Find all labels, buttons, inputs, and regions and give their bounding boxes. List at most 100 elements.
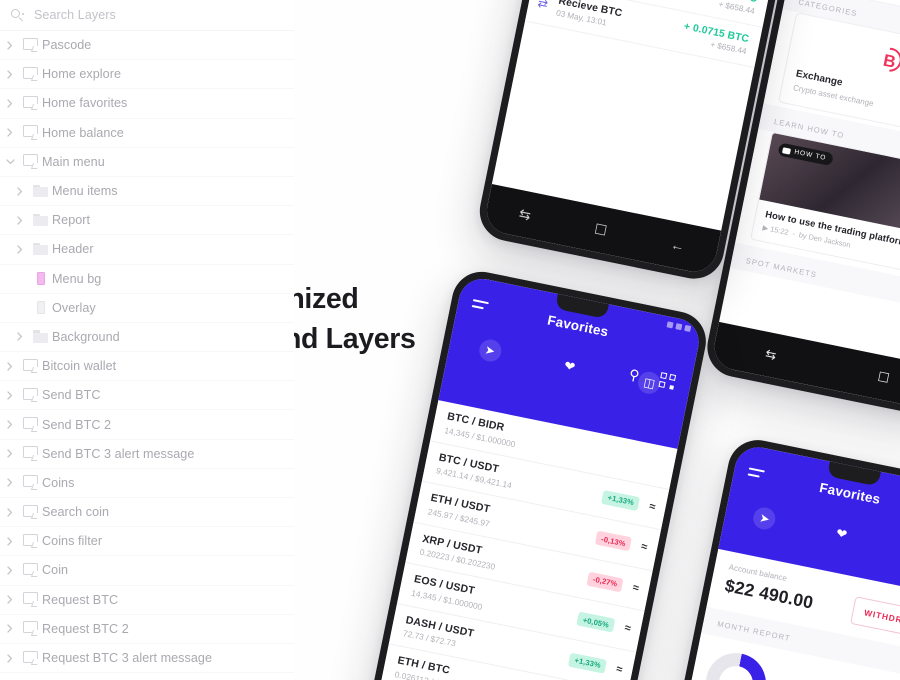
layer-row-home-balance[interactable]: Home balance [0,118,294,148]
layer-row-request-btc-3-alert-message[interactable]: Request BTC 3 alert message [0,643,294,674]
layer-name: Search coin [42,505,110,520]
folder-icon [33,330,49,343]
home-icon[interactable]: ☐ [876,369,890,387]
artboard-icon [22,95,40,111]
layer-name: Send BTC 3 alert message [42,446,195,461]
home-icon[interactable]: ☐ [593,220,609,239]
folder-icon [33,213,49,227]
change-badge: -0,13% [595,530,632,552]
layer-row-main-menu[interactable]: Main menu [0,147,294,177]
artboard-icon [22,66,40,82]
layer-name: Menu items [52,184,118,199]
layer-name: Coins [42,475,75,490]
back-icon[interactable]: ← [669,236,686,254]
artboard-icon [22,562,40,578]
favorites-pair-list[interactable]: BTC / BIDR 14,345 / $1.000000 BTC / USDT 9,… [372,400,678,680]
chevron-down-icon[interactable] [0,159,20,165]
layer-row-send-btc-3-alert-message[interactable]: Send BTC 3 alert message [0,439,294,469]
chevron-right-icon[interactable] [0,566,20,575]
layer-row-header[interactable]: Header [0,235,294,265]
layer-row-bitcoin-wallet[interactable]: Bitcoin wallet [0,352,294,382]
layer-row-send-btc-2[interactable]: Send BTC 2 [0,410,294,440]
chevron-right-icon[interactable] [10,216,30,225]
layer-name: Header [52,242,94,257]
sparkline-icon: ≈ [648,500,656,514]
tab-compass[interactable]: ➤ [477,337,503,364]
layer-name: Request BTC [42,592,119,607]
layer-row-coins[interactable]: Coins [0,468,294,498]
change-badge: +0,05% [576,611,616,633]
layer-row-report[interactable]: Report [0,206,294,236]
artboard-icon [22,621,40,636]
folder-icon [33,242,49,256]
layer-name: Report [52,213,91,228]
search-layers-row[interactable] [0,0,294,31]
recent-apps-icon[interactable]: ⇆ [518,205,533,224]
layer-name: Background [52,329,120,344]
layer-name: Coins filter [42,534,103,549]
transaction-list[interactable]: ⇄Send BTC11 July, 17:05- 0.043010 BTC- $… [524,0,804,68]
layer-row-home-explore[interactable]: Home explore [0,60,294,90]
layer-row-request-btc-2[interactable]: Request BTC 2 [0,614,294,644]
recent-apps-icon[interactable]: ⇆ [764,346,778,364]
chevron-right-icon[interactable] [0,449,20,458]
tab-wallet[interactable]: ◫ [636,369,663,396]
chevron-right-icon[interactable] [10,186,30,196]
chevron-right-icon[interactable] [0,653,20,663]
chevron-right-icon[interactable] [0,537,20,546]
chevron-right-icon[interactable] [0,478,20,488]
tab-compass[interactable]: ➤ [751,505,778,532]
layer-row-menu-items[interactable]: Menu items [0,176,294,207]
layer-name: Coin [42,563,69,578]
change-badge: +1,33% [568,652,607,674]
layer-row-btc-address[interactable]: BTC Address [0,673,294,680]
search-input[interactable] [34,8,234,22]
tab-favorites[interactable]: ❤ [557,354,583,380]
layer-row-request-btc[interactable]: Request BTC [0,585,294,615]
artboard-icon [22,650,40,666]
layer-row-overlay[interactable]: Overlay [0,293,294,323]
chevron-right-icon[interactable] [0,624,20,633]
layer-tree[interactable]: Pascode Home explore Home favorites Home ba… [0,31,294,680]
layer-row-coins-filter[interactable]: Coins filter [0,527,294,557]
artboard-icon [22,592,40,607]
app-canvas: ⇄Send BTC11 July, 17:05- 0.043010 BTC- $… [0,0,900,680]
withdraw-button[interactable]: WITHDRAW [849,596,900,640]
layer-row-background[interactable]: Background [0,322,294,353]
layer-name: Overlay [52,300,96,315]
layer-row-home-favorites[interactable]: Home favorites [0,89,294,119]
layer-name: Home favorites [42,96,128,111]
layer-row-pascode[interactable]: Pascode [0,31,294,61]
artboard-icon [22,504,40,520]
video-badge-icon [782,146,792,155]
sparkline-icon: ≈ [639,540,648,554]
layer-name: Main menu [42,154,105,169]
chevron-right-icon[interactable] [0,507,20,517]
chevron-right-icon[interactable] [0,362,20,371]
chevron-right-icon[interactable] [10,332,30,342]
howto-badge: HOW TO [777,142,835,167]
chevron-right-icon[interactable] [0,391,20,400]
chevron-right-icon[interactable] [0,99,20,108]
layer-row-coin[interactable]: Coin [0,556,294,586]
balance-screen: Favorites ➤ ❤ ◫ Account balance $22 490.… [648,443,900,680]
chevron-right-icon[interactable] [0,420,20,429]
layer-row-send-btc[interactable]: Send BTC [0,381,294,411]
chevron-right-icon[interactable] [0,40,20,50]
artboard-icon [22,154,40,169]
layer-name: Request BTC 2 [42,621,129,636]
artboard-icon [22,125,40,140]
status-bar-icons [666,321,692,332]
tab-favorites[interactable]: ❤ [829,521,855,547]
chevron-right-icon[interactable] [0,595,20,604]
chevron-right-icon[interactable] [0,70,20,79]
layers-panel: Pascode Home explore Home favorites Home ba… [0,0,294,680]
layer-row-menu-bg[interactable]: Menu bg [0,264,294,294]
change-badge: -0,27% [586,571,624,593]
chevron-right-icon[interactable] [0,128,20,137]
chevron-right-icon[interactable] [10,245,30,254]
rectangle-icon [37,272,45,286]
transfer-arrows-icon: ⇄ [536,0,550,12]
layer-row-search-coin[interactable]: Search coin [0,498,294,528]
layer-name: Send BTC 2 [42,417,112,432]
